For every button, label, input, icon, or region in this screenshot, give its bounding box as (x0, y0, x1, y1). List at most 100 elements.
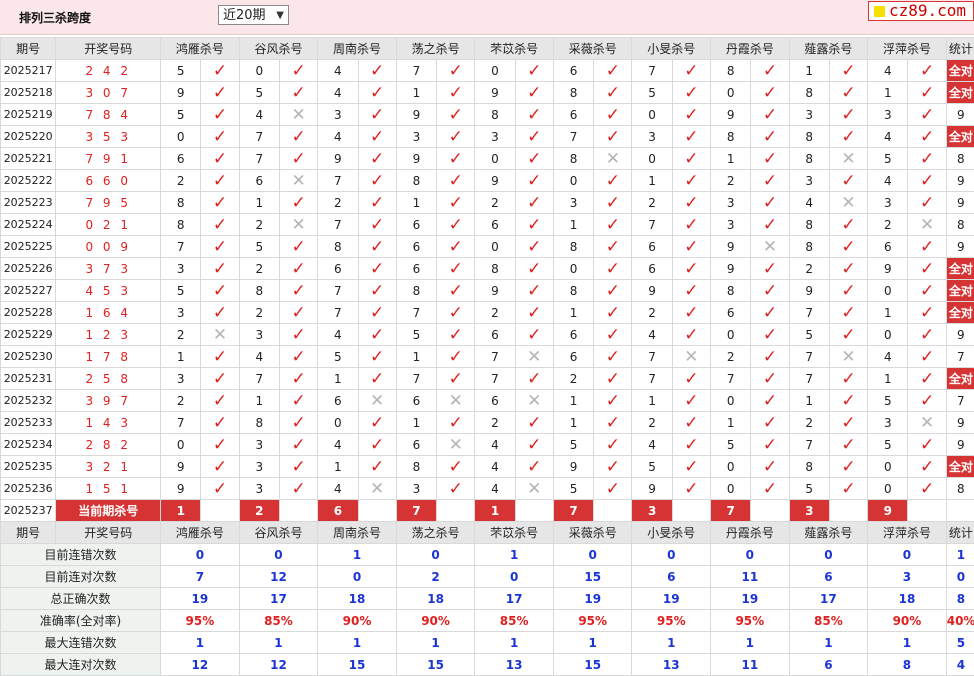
hit-check-icon: ✓ (594, 368, 632, 390)
logo-square-icon (874, 6, 885, 17)
column-header: 统计 (946, 522, 974, 544)
kill-number: 3 (475, 126, 515, 148)
check-icon: ✓ (920, 172, 934, 190)
stat-label: 最大连对次数 (1, 654, 161, 676)
miss-x-icon: ✕ (279, 104, 317, 126)
site-logo[interactable]: cz89.com (868, 1, 974, 21)
hit-check-icon: ✓ (358, 192, 396, 214)
check-icon: ✓ (449, 348, 463, 366)
check-icon: ✓ (449, 128, 463, 146)
kill-number: 1 (711, 412, 751, 434)
kill-number: 0 (553, 170, 593, 192)
hit-check-icon: ✓ (672, 126, 710, 148)
hit-check-icon: ✓ (672, 324, 710, 346)
kill-number: 0 (632, 104, 672, 126)
hit-check-icon: ✓ (279, 82, 317, 104)
hit-check-icon: ✓ (594, 258, 632, 280)
kill-number: 7 (396, 302, 436, 324)
stat-value: 85% (239, 610, 318, 632)
hit-check-icon: ✓ (751, 324, 789, 346)
check-icon: ✓ (684, 414, 698, 432)
hit-check-icon: ✓ (358, 258, 396, 280)
check-icon: ✓ (763, 304, 777, 322)
current-kill-number: 9 (868, 500, 908, 522)
cross-icon: ✕ (763, 238, 777, 256)
hit-check-icon: ✓ (672, 478, 710, 500)
hit-check-icon: ✓ (908, 434, 946, 456)
check-icon: ✓ (606, 194, 620, 212)
stat-value: 0 (711, 544, 790, 566)
hit-check-icon: ✓ (358, 82, 396, 104)
hit-check-icon: ✓ (908, 60, 946, 82)
table-row: 20252291 2 32✕3✓4✓5✓6✓6✓4✓0✓5✓0✓9 (1, 324, 974, 346)
check-icon: ✓ (213, 84, 227, 102)
period-select[interactable]: 近20期 ▼ (218, 5, 289, 25)
stat-value: 0 (475, 566, 554, 588)
cross-icon: ✕ (291, 106, 305, 124)
check-icon: ✓ (684, 150, 698, 168)
hit-check-icon: ✓ (908, 104, 946, 126)
kill-number: 1 (632, 390, 672, 412)
empty-cell (437, 500, 475, 522)
stat-value: 0 (239, 544, 318, 566)
hit-check-icon: ✓ (751, 280, 789, 302)
stat-value: 19 (553, 588, 632, 610)
hit-check-icon: ✓ (201, 302, 239, 324)
column-header: 丹霞杀号 (711, 522, 790, 544)
kill-number: 0 (868, 456, 908, 478)
hit-check-icon: ✓ (751, 346, 789, 368)
empty-cell (279, 500, 317, 522)
hit-check-icon: ✓ (201, 236, 239, 258)
check-icon: ✓ (527, 238, 541, 256)
hit-check-icon: ✓ (829, 456, 867, 478)
kill-number: 1 (632, 170, 672, 192)
kill-number: 3 (161, 258, 201, 280)
current-label: 当前期杀号 (56, 500, 161, 522)
kill-number: 0 (711, 390, 751, 412)
hit-check-icon: ✓ (515, 60, 553, 82)
hit-check-icon: ✓ (829, 390, 867, 412)
check-icon: ✓ (213, 414, 227, 432)
kill-number: 2 (632, 302, 672, 324)
column-header: 薤露杀号 (789, 38, 868, 60)
hit-check-icon: ✓ (201, 368, 239, 390)
check-icon: ✓ (841, 238, 855, 256)
kill-number: 4 (318, 60, 358, 82)
kill-number: 6 (632, 258, 672, 280)
logo-text: cz89.com (889, 1, 966, 20)
check-icon: ✓ (370, 172, 384, 190)
kill-number: 0 (711, 82, 751, 104)
hit-check-icon: ✓ (594, 412, 632, 434)
hit-check-icon: ✓ (515, 324, 553, 346)
kill-number: 3 (553, 192, 593, 214)
kill-number: 7 (396, 60, 436, 82)
hit-check-icon: ✓ (829, 126, 867, 148)
hit-check-icon: ✓ (201, 192, 239, 214)
kill-number: 1 (868, 82, 908, 104)
check-icon: ✓ (841, 414, 855, 432)
stat-value: 19 (632, 588, 711, 610)
issue-number: 2025232 (1, 390, 56, 412)
draw-number: 3 0 7 (56, 82, 161, 104)
hit-check-icon: ✓ (829, 258, 867, 280)
kill-number: 6 (396, 434, 436, 456)
check-icon: ✓ (606, 62, 620, 80)
hit-check-icon: ✓ (201, 126, 239, 148)
check-icon: ✓ (606, 370, 620, 388)
kill-number: 3 (789, 170, 829, 192)
kill-number: 9 (711, 258, 751, 280)
kill-number: 5 (161, 280, 201, 302)
draw-number: 1 6 4 (56, 302, 161, 324)
hit-check-icon: ✓ (908, 258, 946, 280)
kill-number: 9 (632, 280, 672, 302)
hit-check-icon: ✓ (515, 302, 553, 324)
hit-check-icon: ✓ (358, 104, 396, 126)
kill-number: 8 (789, 126, 829, 148)
issue-number: 2025235 (1, 456, 56, 478)
column-header: 芣苡杀号 (475, 522, 554, 544)
kill-number: 4 (318, 434, 358, 456)
stat-value: 12 (161, 654, 240, 676)
kill-number: 9 (475, 170, 515, 192)
draw-number: 4 5 3 (56, 280, 161, 302)
kill-number: 0 (868, 324, 908, 346)
